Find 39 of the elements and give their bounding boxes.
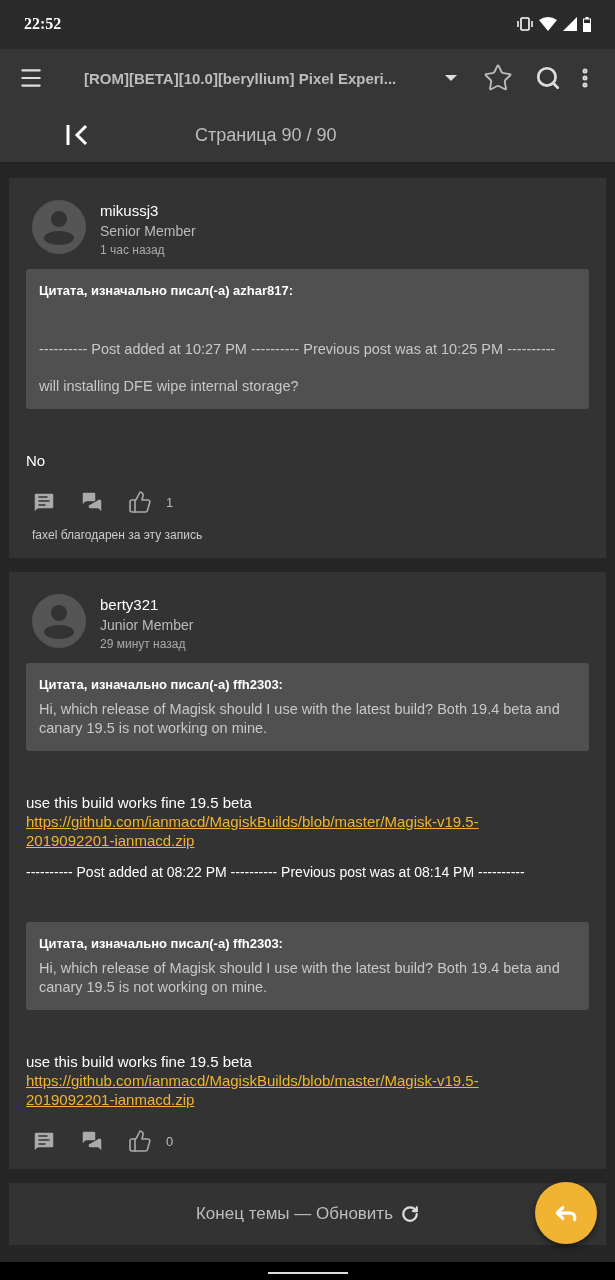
refresh-link[interactable]: Конец темы — Обновить <box>195 1204 393 1225</box>
author-name[interactable]: berty321 <box>100 596 194 614</box>
author-name[interactable]: mikussj3 <box>100 202 196 220</box>
post-text: use this build works fine 19.5 beta <box>26 1052 253 1072</box>
quote-title: Цитата, изначально писал(-а) ffh2303: <box>39 936 284 952</box>
quote-text: Hi, which release of Magisk should I use with the latest build? Both 19.4 beta and canary 19.5 is not working on mine. <box>39 700 561 739</box>
avatar-icon <box>32 200 86 255</box>
author-role: Senior Member <box>100 223 196 240</box>
author-role: Junior Member <box>100 617 194 634</box>
quote-title: Цитата, изначально писал(-а) ffh2303: <box>39 677 284 693</box>
thread-title: [ROM][BETA][10.0][beryllium] Pixel Experi... <box>84 69 398 87</box>
vibrate-icon <box>517 17 533 32</box>
battery-icon <box>583 16 591 32</box>
quote-text: will installing DFE wipe internal storage? <box>39 377 300 397</box>
avatar-icon <box>32 594 86 649</box>
post-text: No <box>26 451 47 471</box>
post-separator: ---------- Post added at 08:22 PM ---------- Previous post was at 08:14 PM ---------- <box>26 864 526 881</box>
post-time: 1 час назад <box>100 243 166 258</box>
wifi-icon <box>539 17 557 32</box>
like-count: 0 <box>166 1134 174 1149</box>
refresh-icon[interactable] <box>401 1205 419 1224</box>
first-page-icon[interactable] <box>65 124 89 147</box>
post-text: use this build works fine 19.5 beta <box>26 793 253 813</box>
signal-icon <box>563 17 577 32</box>
thumbs-up-icon[interactable] <box>128 490 152 515</box>
quote-text: Hi, which release of Magisk should I use with the latest build? Both 19.4 beta and canary 19.5 is not working on mine. <box>39 959 561 998</box>
post-time: 29 минут назад <box>100 637 187 652</box>
search-icon[interactable] <box>535 65 561 92</box>
home-handle[interactable] <box>267 1272 348 1275</box>
thumbs-up-icon[interactable] <box>128 1129 152 1154</box>
quote-title: Цитата, изначально писал(-а) azhar817: <box>39 283 295 299</box>
quote-text: ---------- Post added at 10:27 PM ---------- Previous post was at 10:25 PM ---------- <box>39 340 557 360</box>
post-link[interactable]: https://github.com/ianmacd/MagiskBuilds/blob/master/Magisk-v19.5-2019092201-ianmacd.zip <box>26 1071 516 1110</box>
status-time: 22:52 <box>24 15 62 34</box>
page-indicator: Страница 90 / 90 <box>195 124 337 146</box>
dropdown-caret-icon[interactable] <box>445 75 457 82</box>
like-count: 1 <box>166 495 174 510</box>
thanks-text: faxel благодарен за эту запись <box>32 528 204 543</box>
post-link[interactable]: https://github.com/ianmacd/MagiskBuilds/blob/master/Magisk-v19.5-2019092201-ianmacd.zip <box>26 812 516 851</box>
